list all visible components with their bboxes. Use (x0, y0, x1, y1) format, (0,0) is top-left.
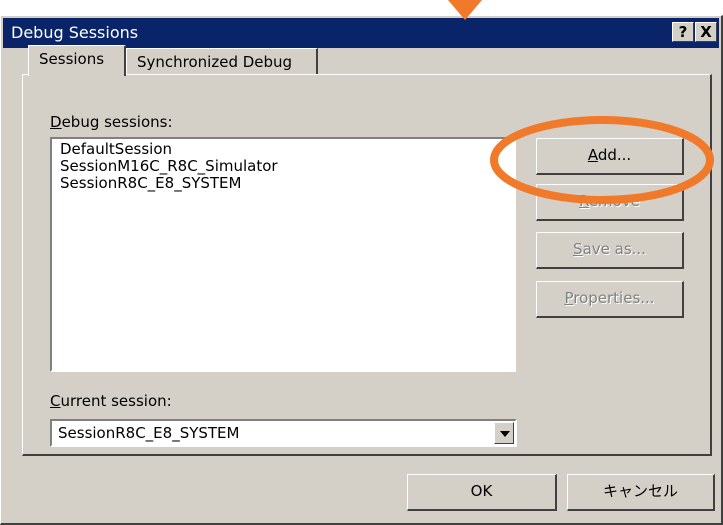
save-as-button[interactable]: Save as... (536, 232, 684, 269)
tab-sessions-label: Sessions (39, 50, 105, 68)
title-bar: Debug Sessions ? X (3, 18, 719, 48)
save-as-button-mnemonic: S (573, 240, 583, 258)
list-item[interactable]: SessionM16C_R8C_Simulator (60, 158, 514, 175)
ok-button[interactable]: OK (407, 474, 557, 511)
debug-sessions-label-mnemonic: D (50, 113, 62, 131)
window-title: Debug Sessions (11, 23, 139, 42)
list-item[interactable]: DefaultSession (60, 141, 514, 158)
current-session-label: Current session: (50, 392, 172, 410)
properties-button[interactable]: Properties... (536, 281, 684, 318)
tab-synchronized-debug-label: Synchronized Debug (137, 53, 293, 71)
highlight-ellipse-icon (490, 116, 714, 204)
sessions-listbox[interactable]: DefaultSession SessionM16C_R8C_Simulator… (50, 137, 516, 372)
cancel-button[interactable]: キャンセル (567, 474, 715, 511)
tab-synchronized-debug[interactable]: Synchronized Debug (126, 48, 318, 74)
help-button[interactable]: ? (672, 22, 694, 42)
properties-button-rest: roperties... (573, 289, 655, 307)
chevron-down-icon[interactable] (494, 422, 514, 444)
tab-sessions[interactable]: Sessions (28, 45, 126, 76)
arrow-down-icon (448, 0, 482, 20)
debug-sessions-label-rest: ebug sessions: (61, 113, 173, 131)
current-session-value: SessionR8C_E8_SYSTEM (58, 424, 240, 442)
list-item[interactable]: SessionR8C_E8_SYSTEM (60, 175, 514, 192)
current-session-label-mnemonic: C (50, 392, 61, 410)
save-as-button-rest: ave as... (582, 240, 646, 258)
current-session-label-rest: urrent session: (60, 392, 172, 410)
close-button[interactable]: X (695, 22, 717, 42)
properties-button-mnemonic: P (564, 289, 574, 307)
current-session-select[interactable]: SessionR8C_E8_SYSTEM (50, 419, 517, 447)
debug-sessions-label: Debug sessions: (50, 113, 173, 131)
